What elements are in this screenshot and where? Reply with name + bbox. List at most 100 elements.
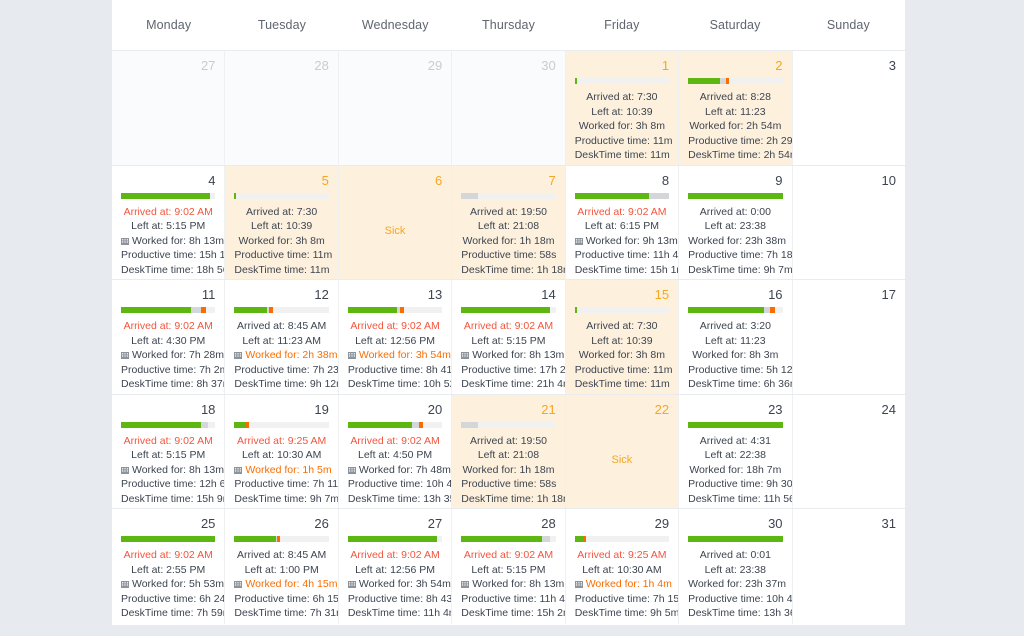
day-cell-11[interactable]: 11 Arrived at: 9:02 AM Left at: 4:30 PM Wor… xyxy=(112,280,226,394)
day-cell-25[interactable]: 25 Arrived at: 9:02 AM Left at: 2:55 PM Wor… xyxy=(112,509,226,624)
day-cell-10[interactable]: 10 xyxy=(792,165,905,279)
detail-line: Productive time: 5h 12m xyxy=(688,363,791,378)
detail-line: Left at: 12:56 PM xyxy=(348,563,442,578)
bar-segment-rest xyxy=(209,192,216,199)
day-cell-7[interactable]: 7 Arrived at: 19:50 Left at: 21:08 Worked f… xyxy=(452,165,566,279)
detail-line: Productive time: 8h 43m xyxy=(348,592,451,607)
day-cell-30[interactable]: 30 xyxy=(452,51,566,165)
day-cell-29[interactable]: 29 xyxy=(338,51,453,165)
day-cell-2[interactable]: 2 Arrived at: 8:28 Left at: 11:23 Worked fo… xyxy=(679,51,793,165)
office-building-icon xyxy=(461,580,470,588)
day-cell-23[interactable]: 23 Arrived at: 4:31 Left at: 22:38 Worked f… xyxy=(679,394,793,508)
detail-line: Worked for: 4h 15m xyxy=(234,577,337,592)
day-progress-bar xyxy=(234,192,329,199)
day-cell-21[interactable]: 21 Arrived at: 19:50 Left at: 21:08 Worked … xyxy=(452,394,566,508)
day-cell-9[interactable]: 9 Arrived at: 0:00 Left at: 23:38 Worked fo… xyxy=(679,165,793,279)
day-cell-5[interactable]: 5 Arrived at: 7:30 Left at: 10:39 Worked fo… xyxy=(225,165,339,279)
day-cell-22[interactable]: 22 Sick xyxy=(565,394,680,508)
day-cell-17[interactable]: 17 xyxy=(792,280,905,394)
day-cell-4[interactable]: 4 Arrived at: 9:02 AM Left at: 5:15 PM Work… xyxy=(112,165,226,279)
detail-line-text: Left at: 10:39 xyxy=(250,220,313,232)
detail-line-text: Arrived at: 0:01 xyxy=(699,549,771,561)
bar-segment-green xyxy=(461,536,542,542)
day-cell-29[interactable]: 29 Arrived at: 9:25 AM Left at: 10:30 AM Wo… xyxy=(565,509,680,624)
detail-line: Arrived at: 9:02 AM xyxy=(461,548,555,563)
day-details: Arrived at: 9:02 AM Left at: 4:30 PM Worke… xyxy=(121,319,224,392)
detail-line: Productive time: 7h 23m xyxy=(234,363,337,378)
day-cell-8[interactable]: 8 Arrived at: 9:02 AM Left at: 6:15 PM Work… xyxy=(565,165,680,279)
detail-line-text: Left at: 10:39 xyxy=(591,334,653,347)
detail-line-text: Arrived at: 3:20 xyxy=(699,320,771,332)
bar-segment-gray xyxy=(412,421,419,428)
detail-line-text: Productive time: 6h 24m xyxy=(121,592,226,605)
detail-line-text: Worked for: 8h 13m xyxy=(132,463,225,476)
detail-line-text: Left at: 6:15 PM xyxy=(584,220,659,232)
detail-line: Productive time: 17h 20m xyxy=(461,363,564,378)
weekday-header-tuesday: Tuesday xyxy=(257,18,307,32)
detail-line: Productive time: 12h 6m xyxy=(121,477,224,492)
detail-line: Arrived at: 8:28 xyxy=(688,90,782,105)
detail-line-text: Productive time: 10h 41m xyxy=(347,478,453,490)
day-cell-28[interactable]: 28 Arrived at: 9:02 AM Left at: 5:15 PM Wor… xyxy=(452,509,566,624)
detail-line: Left at: 5:15 PM xyxy=(121,448,215,463)
day-cell-20[interactable]: 20 Arrived at: 9:02 AM Left at: 4:50 PM Wor… xyxy=(338,394,453,508)
day-progress-bar xyxy=(574,536,670,542)
day-number: 6 xyxy=(435,172,443,188)
office-building-icon xyxy=(121,351,129,359)
day-number: 27 xyxy=(427,516,443,531)
day-cell-16[interactable]: 16 Arrived at: 3:20 Left at: 11:23 Worked f… xyxy=(679,280,793,394)
day-cell-3[interactable]: 3 xyxy=(792,51,905,165)
detail-line-text: Worked for: 7h 28m xyxy=(132,349,225,361)
detail-line-text: DeskTime time: 11m xyxy=(574,149,670,161)
day-cell-31[interactable]: 31 xyxy=(792,509,905,624)
detail-line: Left at: 4:50 PM xyxy=(348,448,442,463)
day-cell-19[interactable]: 19 Arrived at: 9:25 AM Left at: 10:30 AM Wo… xyxy=(225,394,339,508)
day-cell-18[interactable]: 18 Arrived at: 9:02 AM Left at: 5:15 PM Wor… xyxy=(112,394,226,508)
detail-line-text: Productive time: 7h 11m xyxy=(234,478,339,490)
detail-line-text: DeskTime time: 15h 2m xyxy=(461,607,566,619)
day-cell-26[interactable]: 26 Arrived at: 8:45 AM Left at: 1:00 PM Wor… xyxy=(225,509,339,624)
day-cell-30[interactable]: 30 Arrived at: 0:01 Left at: 23:38 Worked f… xyxy=(679,509,793,624)
day-number: 31 xyxy=(881,516,896,531)
detail-line-text: Productive time: 11m xyxy=(574,363,673,376)
day-details: Arrived at: 8:45 AM Left at: 11:23 AM Work… xyxy=(234,319,338,392)
detail-line: Worked for: 8h 13m xyxy=(121,234,224,249)
detail-line: DeskTime time: 9h 12m xyxy=(234,377,337,392)
day-progress-bar xyxy=(234,536,329,542)
detail-line-text: Left at: 5:15 PM xyxy=(131,449,206,461)
detail-line: Worked for: 18h 7m xyxy=(688,463,782,478)
bar-segment-rest xyxy=(550,536,556,542)
detail-line-text: Worked for: 5h 53m xyxy=(132,578,225,590)
day-number: 30 xyxy=(768,516,783,531)
detail-line-text: Productive time: 11h 43m xyxy=(574,249,679,261)
detail-line-text: Worked for: 1h 18m xyxy=(462,463,555,476)
detail-line: DeskTime time: 7h 31m xyxy=(234,606,337,621)
detail-line: Arrived at: 19:50 xyxy=(461,434,555,449)
day-cell-1[interactable]: 1 Arrived at: 7:30 Left at: 10:39 Worked fo… xyxy=(565,51,680,165)
day-progress-bar xyxy=(574,192,670,199)
detail-line: Productive time: 58s xyxy=(461,477,556,492)
bar-segment-green xyxy=(688,421,783,428)
day-cell-6[interactable]: 6 Sick xyxy=(338,165,453,279)
detail-line-text: Worked for: 23h 37m xyxy=(688,578,786,590)
day-number: 28 xyxy=(314,58,329,73)
day-details: Arrived at: 19:50 Left at: 21:08 Worked fo… xyxy=(461,205,564,278)
day-cell-15[interactable]: 15 Arrived at: 7:30 Left at: 10:39 Worked f… xyxy=(565,280,680,394)
day-cell-27[interactable]: 27 xyxy=(112,51,226,165)
day-progress-bar xyxy=(347,307,443,313)
day-cell-14[interactable]: 14 Arrived at: 9:02 AM Left at: 5:15 PM Wor… xyxy=(452,280,566,394)
detail-line: DeskTime time: 13h 35m xyxy=(348,492,451,507)
day-cell-27[interactable]: 27 Arrived at: 9:02 AM Left at: 12:56 PM Wo… xyxy=(338,509,453,624)
day-cell-13[interactable]: 13 Arrived at: 9:02 AM Left at: 12:56 PM Wo… xyxy=(338,280,453,394)
bar-segment-rest xyxy=(774,307,783,313)
bar-segment-rest xyxy=(273,307,329,313)
detail-line: Worked for: 3h 54m xyxy=(347,577,451,592)
day-progress-bar xyxy=(461,307,556,313)
day-cell-28[interactable]: 28 xyxy=(225,51,339,165)
detail-line: Worked for: 2h 38m xyxy=(234,348,337,363)
bar-segment-gray xyxy=(649,192,670,199)
day-details: Arrived at: 8:28 Left at: 11:23 Worked for… xyxy=(688,90,791,163)
day-cell-12[interactable]: 12 Arrived at: 8:45 AM Left at: 11:23 AM Wo… xyxy=(225,280,339,394)
detail-line-text: Worked for: 9h 13m xyxy=(585,234,678,247)
day-cell-24[interactable]: 24 xyxy=(792,394,905,508)
